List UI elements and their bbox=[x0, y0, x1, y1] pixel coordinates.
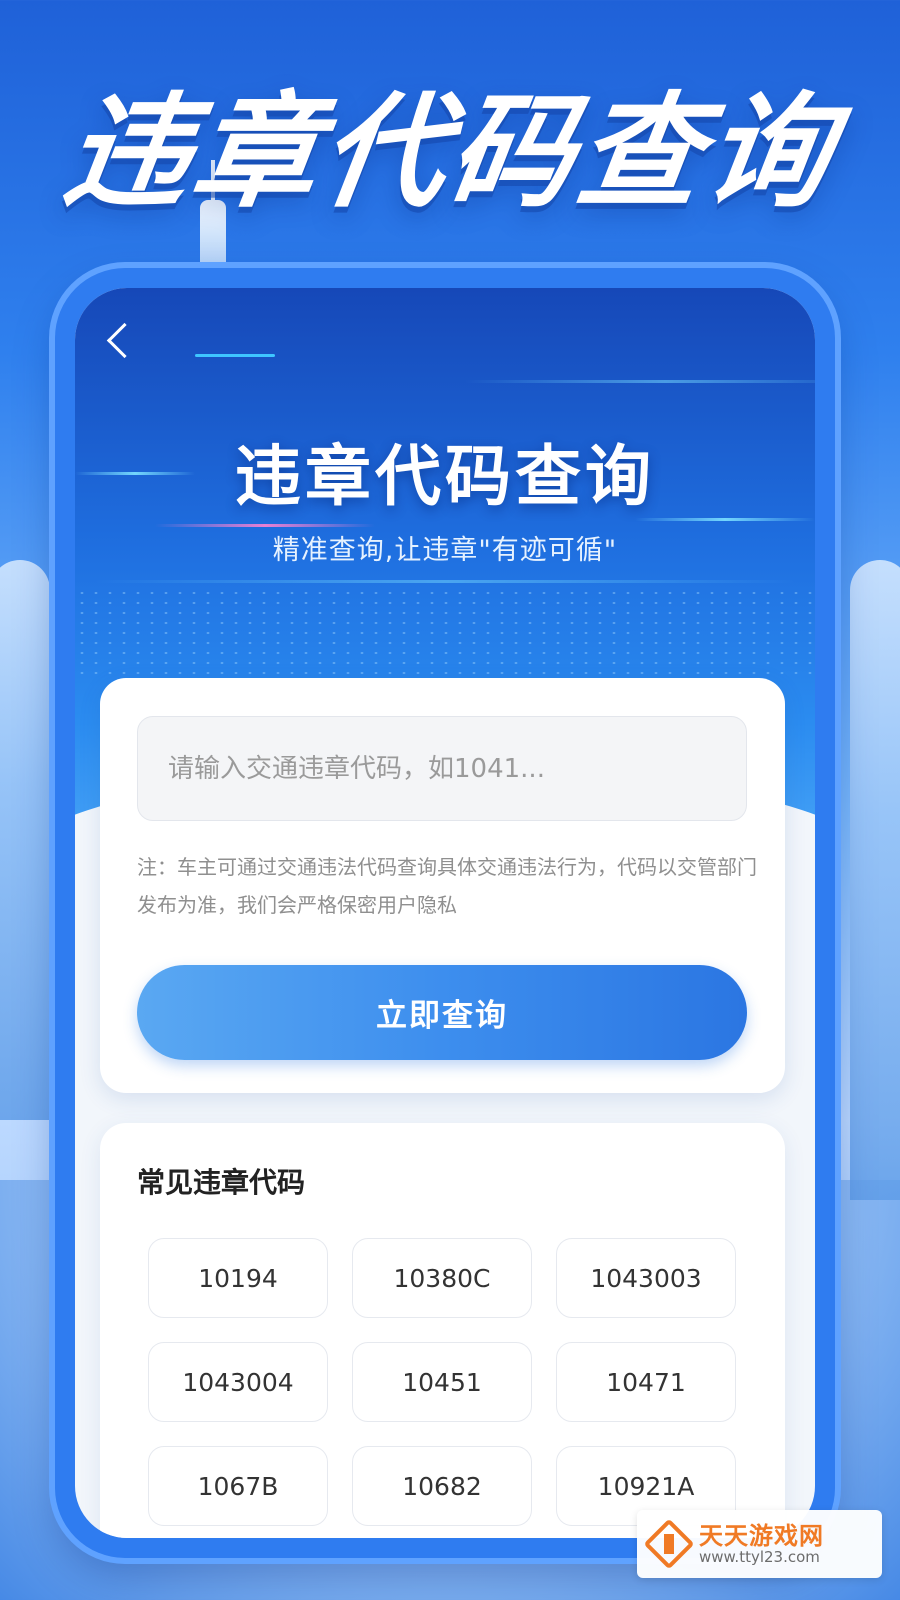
common-codes-title: 常见违章代码 bbox=[137, 1166, 306, 1199]
code-chip[interactable]: 10471 bbox=[556, 1342, 736, 1422]
header-deco-line bbox=[465, 380, 815, 383]
watermark-url: www.ttyl23.com bbox=[699, 1547, 820, 1566]
promo-headline: 违章代码查询 bbox=[55, 81, 845, 225]
watermark-text: 天天游戏网 www.ttyl23.com bbox=[699, 1521, 824, 1566]
app-screen: 违章代码查询 精准查询,让违章"有迹可循" 注：车主可通过交通违法代码查询具体交… bbox=[75, 288, 815, 1538]
header-deco-line bbox=[195, 354, 275, 357]
search-card: 注：车主可通过交通违法代码查询具体交通违法行为，代码以交管部门发布为准，我们会严… bbox=[100, 678, 785, 1093]
phone-frame: 违章代码查询 精准查询,让违章"有迹可循" 注：车主可通过交通违法代码查询具体交… bbox=[55, 268, 835, 1558]
code-chip[interactable]: 1043004 bbox=[148, 1342, 328, 1422]
chevron-left-icon bbox=[106, 322, 142, 358]
privacy-notice: 注：车主可通过交通违法代码查询具体交通违法行为，代码以交管部门发布为准，我们会严… bbox=[137, 855, 757, 917]
background-building-left bbox=[0, 560, 50, 1120]
code-chip[interactable]: 1067B bbox=[148, 1446, 328, 1526]
header-deco-line bbox=[95, 580, 795, 583]
query-button[interactable]: 立即查询 bbox=[137, 965, 747, 1060]
app-subtitle: 精准查询,让违章"有迹可循" bbox=[272, 535, 618, 566]
code-chip[interactable]: 10194 bbox=[148, 1238, 328, 1318]
common-codes-card: 常见违章代码 10194 10380C 1043003 1043004 1045… bbox=[100, 1123, 785, 1538]
app-title: 违章代码查询 bbox=[235, 438, 655, 515]
ttyl-logo-icon bbox=[647, 1522, 691, 1566]
code-chip[interactable]: 10451 bbox=[352, 1342, 532, 1422]
back-button[interactable] bbox=[97, 318, 142, 362]
code-chip[interactable]: 10682 bbox=[352, 1446, 532, 1526]
code-grid: 10194 10380C 1043003 1043004 10451 10471… bbox=[148, 1238, 736, 1526]
header-deco-line bbox=[155, 524, 375, 527]
watermark-name: 天天游戏网 bbox=[699, 1521, 824, 1550]
header-deco-dots bbox=[75, 588, 815, 678]
code-chip[interactable]: 10380C bbox=[352, 1238, 532, 1318]
site-watermark: 天天游戏网 www.ttyl23.com bbox=[637, 1510, 882, 1578]
violation-code-input[interactable] bbox=[137, 716, 747, 821]
background-building-right bbox=[850, 560, 900, 1200]
code-chip[interactable]: 1043003 bbox=[556, 1238, 736, 1318]
